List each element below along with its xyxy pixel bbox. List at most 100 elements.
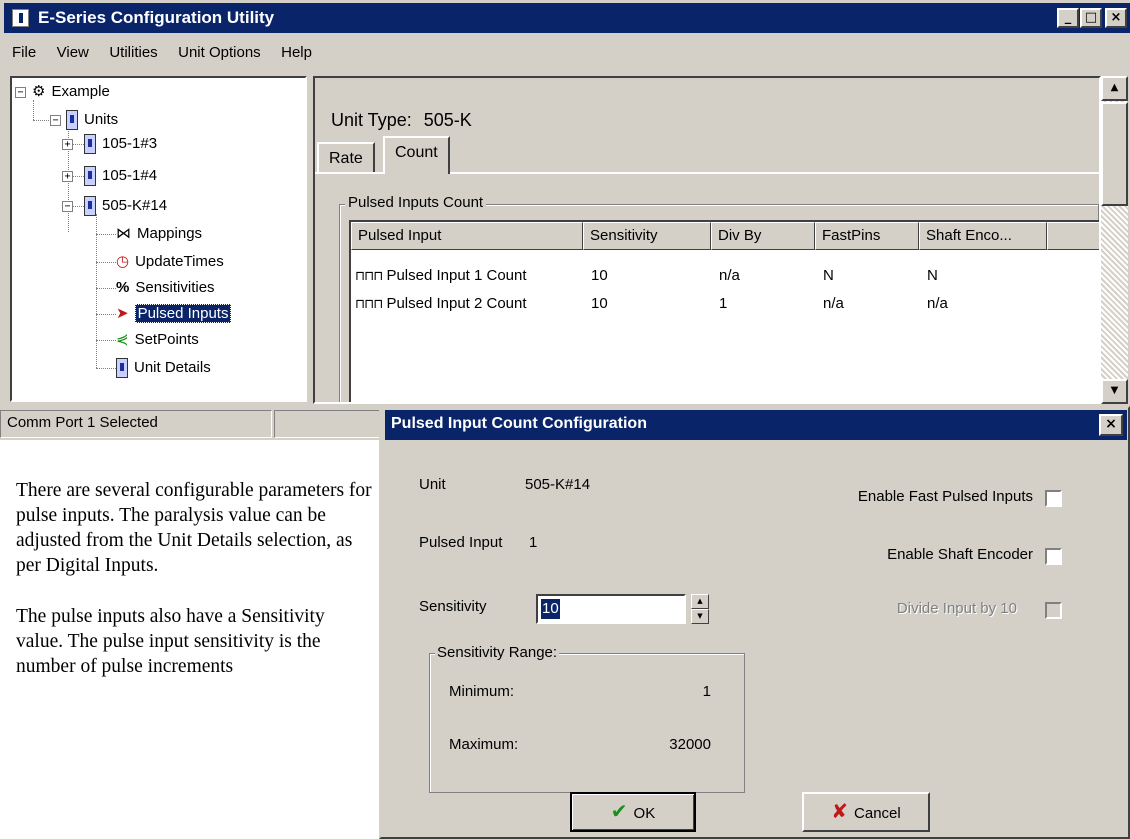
x-icon: ✘ <box>831 799 849 823</box>
collapse-unit-505-k-14-icon[interactable]: − <box>62 201 73 212</box>
spin-down-icon[interactable]: ▼ <box>691 609 709 624</box>
paragraph: There are several configurable parameter… <box>16 480 372 576</box>
menu-unit-options[interactable]: Unit Options <box>178 44 261 61</box>
title-bar: E-Series Configuration Utility _ □ × <box>4 3 1130 33</box>
device-icon <box>116 358 128 379</box>
maximize-button[interactable]: □ <box>1080 8 1102 28</box>
column-header-div-by[interactable]: Div By <box>711 222 815 250</box>
pulsed-input-value: 1 <box>529 534 538 551</box>
pulse-wave-icon: ⊓⊓⊓ <box>355 269 383 284</box>
dialog-title: Pulsed Input Count Configuration <box>391 415 647 432</box>
scroll-up-button[interactable]: ▲ <box>1101 76 1128 101</box>
tree-node-setpoints[interactable]: ⋞ SetPoints <box>116 328 199 352</box>
setpoints-icon: ⋞ <box>116 331 129 349</box>
tree-node-unit-details[interactable]: Unit Details <box>116 356 211 380</box>
unit-tree[interactable]: − ⚙ Example − Units + 105-1#3 + 105-1#4 −… <box>10 76 307 402</box>
dialog-title-bar: Pulsed Input Count Configuration × <box>385 410 1127 440</box>
cell-shaft-encoder: n/a <box>927 295 948 312</box>
sensitivity-label: Sensitivity <box>419 598 487 615</box>
divide-input-checkbox[interactable] <box>1045 602 1062 619</box>
menu-help[interactable]: Help <box>281 44 312 61</box>
tab-count[interactable]: Count <box>383 136 450 174</box>
device-icon <box>84 196 96 217</box>
expand-unit-105-1-3-icon[interactable]: + <box>62 139 73 150</box>
minimum-value: 1 <box>702 683 711 700</box>
tree-node-updatetimes[interactable]: ◷ UpdateTimes <box>116 250 224 274</box>
menu-utilities[interactable]: Utilities <box>109 44 157 61</box>
minimize-button[interactable]: _ <box>1057 8 1079 28</box>
document-text: There are several configurable parameter… <box>16 478 376 705</box>
app-icon <box>12 9 29 27</box>
scroll-down-button[interactable]: ▼ <box>1101 379 1128 404</box>
minimum-label: Minimum: <box>449 683 515 700</box>
menu-view[interactable]: View <box>57 44 89 61</box>
cell-div-by: n/a <box>719 267 740 284</box>
shaft-encoder-label: Enable Shaft Encoder <box>887 546 1033 563</box>
sensitivity-input[interactable]: 10 <box>536 594 686 624</box>
pulsed-input-label: Pulsed Input <box>419 534 503 551</box>
menu-bar: File View Utilities Unit Options Help <box>4 44 320 70</box>
tree-node-unit-505-k-14[interactable]: 505-K#14 <box>84 194 167 218</box>
tree-node-unit-105-1-4[interactable]: 105-1#4 <box>84 164 157 188</box>
divide-input-label: Divide Input by 10 <box>896 600 1017 617</box>
pulsed-inputs-list[interactable]: Pulsed Input Sensitivity Div By FastPins… <box>349 220 1099 402</box>
pulse-arrow-icon: ➤ <box>116 305 129 323</box>
collapse-root-icon[interactable]: − <box>15 87 26 98</box>
scroll-thumb[interactable] <box>1101 102 1128 206</box>
tree-node-example[interactable]: ⚙ Example <box>32 80 110 104</box>
cell-sensitivity: 10 <box>591 267 608 284</box>
unit-type: Unit Type: 505-K <box>331 110 472 130</box>
clock-icon: ◷ <box>116 253 130 271</box>
cell-pulsed-input: ⊓⊓⊓ Pulsed Input 2 Count <box>355 295 527 312</box>
tree-node-unit-105-1-3[interactable]: 105-1#3 <box>84 132 157 156</box>
column-header-filler <box>1047 222 1099 250</box>
ok-button[interactable]: ✔ OK <box>570 792 696 832</box>
fast-pulsed-inputs-checkbox[interactable] <box>1045 490 1062 507</box>
status-panel-empty <box>274 410 384 438</box>
menu-file[interactable]: File <box>12 44 36 61</box>
device-icon <box>84 134 96 155</box>
maximum-value: 32000 <box>669 736 711 753</box>
tree-node-units[interactable]: Units <box>66 108 118 132</box>
tree-node-pulsed-inputs[interactable]: ➤ Pulsed Inputs <box>116 302 232 326</box>
paragraph: The pulse inputs also have a Sensitivity… <box>16 606 325 677</box>
maximum-label: Maximum: <box>449 736 519 753</box>
percent-icon: % <box>116 279 130 297</box>
spin-up-icon[interactable]: ▲ <box>691 594 709 609</box>
sensitivity-spinner[interactable]: ▲ ▼ <box>691 594 709 624</box>
column-header-shaft-encoder[interactable]: Shaft Enco... <box>919 222 1047 250</box>
unit-value: 505-K#14 <box>525 476 591 493</box>
expand-unit-105-1-4-icon[interactable]: + <box>62 171 73 182</box>
units-icon <box>66 110 78 131</box>
vertical-scrollbar[interactable]: ▲ ▼ <box>1101 76 1128 404</box>
sensitivity-range-group <box>429 653 745 793</box>
close-button[interactable]: × <box>1105 8 1127 28</box>
column-header-fastpins[interactable]: FastPins <box>815 222 919 250</box>
cell-fastpins: n/a <box>823 295 844 312</box>
tree-node-mappings[interactable]: ⋈ Mappings <box>116 222 202 246</box>
status-text: Comm Port 1 Selected <box>0 410 272 438</box>
fast-pulsed-inputs-label: Enable Fast Pulsed Inputs <box>857 488 1033 505</box>
tab-rate[interactable]: Rate <box>317 142 375 174</box>
column-header-sensitivity[interactable]: Sensitivity <box>583 222 711 250</box>
group-label: Pulsed Inputs Count <box>345 194 487 211</box>
dialog-close-button[interactable]: × <box>1099 414 1123 436</box>
cell-shaft-encoder: N <box>927 267 938 284</box>
cell-sensitivity: 10 <box>591 295 608 312</box>
cancel-button[interactable]: ✘ Cancel <box>802 792 930 832</box>
window-title: E-Series Configuration Utility <box>38 8 275 27</box>
mappings-icon: ⋈ <box>116 225 131 243</box>
shaft-encoder-checkbox[interactable] <box>1045 548 1062 565</box>
column-header-pulsed-input[interactable]: Pulsed Input <box>351 222 583 250</box>
pulsed-input-count-dialog: Pulsed Input Count Configuration × Unit … <box>379 406 1130 839</box>
pulse-wave-icon: ⊓⊓⊓ <box>355 297 383 312</box>
unit-label: Unit <box>419 476 446 493</box>
collapse-units-icon[interactable]: − <box>50 115 61 126</box>
cell-pulsed-input: ⊓⊓⊓ Pulsed Input 1 Count <box>355 267 527 284</box>
details-pane: Unit Type: 505-K Rate Count Pulsed Inputs… <box>313 76 1101 404</box>
cell-div-by: 1 <box>719 295 728 312</box>
device-icon <box>84 166 96 187</box>
cell-fastpins: N <box>823 267 834 284</box>
network-icon: ⚙ <box>32 83 46 101</box>
tree-node-sensitivities[interactable]: % Sensitivities <box>116 276 215 300</box>
